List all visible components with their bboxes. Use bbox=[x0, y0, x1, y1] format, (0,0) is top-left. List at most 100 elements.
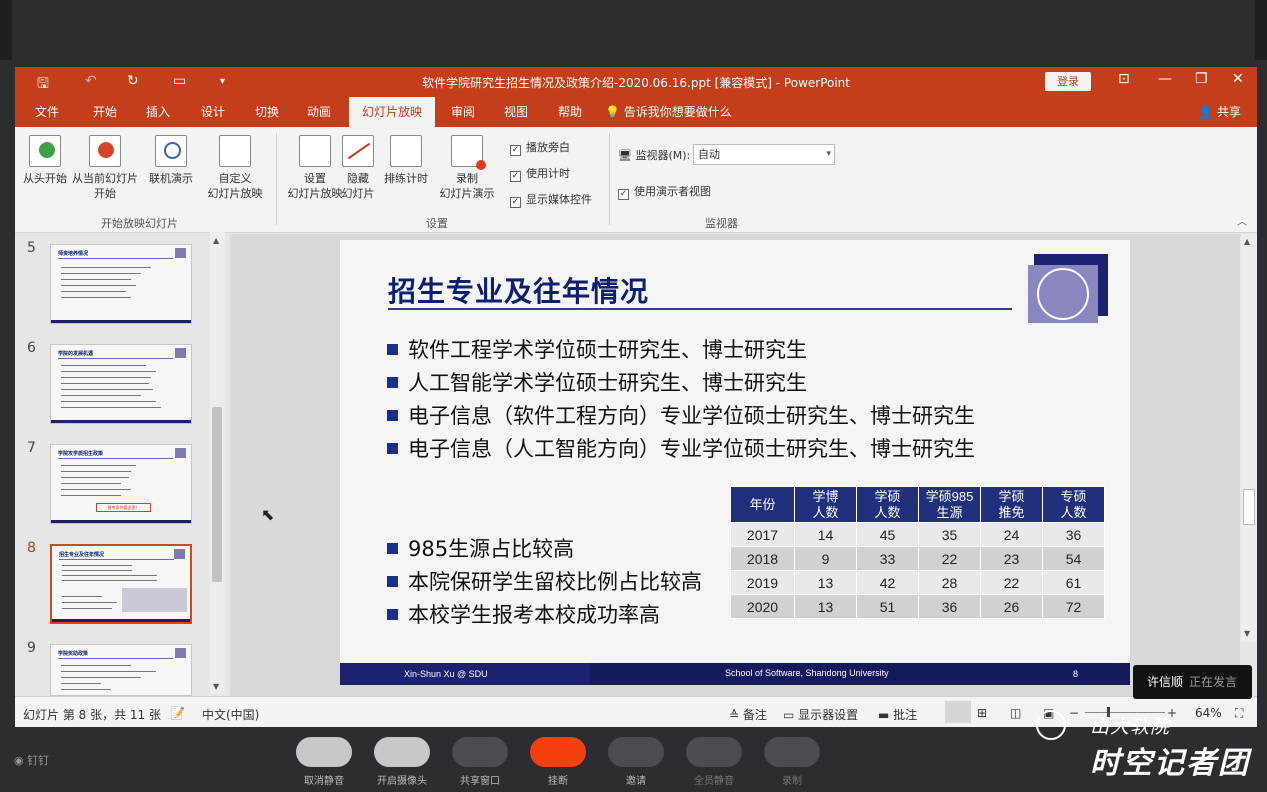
close-icon[interactable]: ✕ bbox=[1232, 71, 1244, 87]
header-text: 学硕985 bbox=[925, 488, 974, 504]
dingtalk-label: 钉钉 bbox=[27, 754, 50, 767]
custom-slideshow-icon bbox=[219, 135, 251, 167]
thumb-line bbox=[62, 602, 117, 603]
slide-thumbnail-5[interactable]: 师资培养情况 bbox=[50, 244, 192, 324]
ribbon-display-icon[interactable]: ⊡ bbox=[1118, 71, 1130, 87]
point-text: 本校学生报考本校成功率高 bbox=[408, 603, 660, 627]
spelling-icon[interactable]: 📝 bbox=[170, 706, 185, 720]
mute-all-icon bbox=[686, 737, 742, 767]
scroll-down-icon[interactable]: ▼ bbox=[1244, 629, 1250, 638]
tab-review[interactable]: 审阅 bbox=[451, 97, 475, 127]
hangup-button[interactable]: 挂断 bbox=[529, 737, 587, 787]
meeting-top-area bbox=[0, 0, 1267, 67]
mouse-cursor-icon: ⬉ bbox=[261, 505, 275, 524]
tab-design[interactable]: 设计 bbox=[201, 97, 225, 127]
checkbox-checked-icon: ✓ bbox=[510, 145, 521, 156]
from-beginning-button[interactable]: 从头开始 bbox=[19, 135, 71, 186]
tab-transitions[interactable]: 切换 bbox=[255, 97, 279, 127]
slide-counter: 幻灯片 第 8 张，共 11 张 bbox=[23, 708, 161, 722]
play-narrations-checkbox[interactable]: ✓ 播放旁白 bbox=[510, 139, 570, 156]
setup-slideshow-button[interactable]: 设置 幻灯片放映 bbox=[283, 135, 347, 201]
notes-button[interactable]: ≙ 备注 bbox=[729, 706, 767, 723]
scroll-up-icon[interactable]: ▲ bbox=[213, 236, 219, 245]
bullet-square-icon bbox=[387, 344, 398, 355]
slide-sorter-icon[interactable]: ⊞ bbox=[977, 706, 987, 720]
timer-icon bbox=[390, 135, 422, 167]
reading-view-icon[interactable]: ◫ bbox=[1010, 706, 1021, 720]
monitor-row: 🖥 监视器(M): bbox=[618, 147, 690, 163]
restore-icon[interactable]: ❐ bbox=[1195, 71, 1208, 87]
display-settings-button[interactable]: ▭ 显示器设置 bbox=[783, 706, 858, 723]
thumb-line bbox=[61, 273, 141, 274]
checkbox-checked-icon: ✓ bbox=[618, 189, 629, 200]
tab-slideshow[interactable]: 幻灯片放映 bbox=[349, 97, 436, 127]
camera-button[interactable]: 开启摄像头 bbox=[373, 737, 431, 787]
comments-button[interactable]: ▬ 批注 bbox=[878, 706, 917, 723]
tab-view[interactable]: 视图 bbox=[504, 97, 528, 127]
globe-icon bbox=[155, 135, 187, 167]
table-cell: 24 bbox=[980, 522, 1043, 547]
table-cell: 13 bbox=[794, 594, 857, 619]
thumb-line bbox=[61, 689, 111, 690]
scroll-down-icon[interactable]: ▼ bbox=[213, 682, 219, 691]
tell-me-box[interactable]: 💡 告诉我你想要做什么 bbox=[605, 97, 732, 127]
enrollment-table: 年份 学博 人数 学硕 人数 学硕985 生源 学硕 推免 专硕 人数 2017 14 45 3… bbox=[730, 486, 1105, 619]
unmute-button[interactable]: 取消静音 bbox=[295, 737, 353, 787]
slide-thumbnail-7[interactable]: 学院攻学质招生政策 报考条件看这里！ bbox=[50, 444, 192, 524]
use-timings-checkbox[interactable]: ✓ 使用计时 bbox=[510, 165, 570, 182]
tab-insert[interactable]: 插入 bbox=[146, 97, 170, 127]
thumbnails-scrollbar[interactable]: ▲ ▼ bbox=[210, 232, 225, 694]
collapse-ribbon-icon[interactable]: ︿ bbox=[1237, 213, 1247, 228]
presenter-view-checkbox[interactable]: ✓ 使用演示者视图 bbox=[618, 183, 711, 200]
point-item: 本校学生报考本校成功率高 bbox=[387, 599, 660, 629]
tab-help[interactable]: 帮助 bbox=[558, 97, 582, 127]
slide-scrollbar[interactable]: ▲ ▼ bbox=[1241, 234, 1257, 642]
share-screen-icon bbox=[452, 737, 508, 767]
table-cell: 33 bbox=[856, 546, 919, 571]
slide-thumbnail-8[interactable]: 招生专业及往年情况 bbox=[50, 544, 192, 624]
language-status[interactable]: 中文(中国) bbox=[202, 706, 259, 723]
group-divider bbox=[609, 133, 610, 225]
thumb-line bbox=[61, 677, 141, 678]
scrollbar-thumb[interactable] bbox=[212, 407, 222, 582]
table-cell: 2019 bbox=[730, 570, 795, 595]
normal-view-icon[interactable] bbox=[945, 701, 971, 723]
header-text: 人数 bbox=[874, 504, 901, 520]
show-media-controls-checkbox[interactable]: ✓ 显示媒体控件 bbox=[510, 191, 592, 208]
custom-slideshow-button[interactable]: 自定义 幻灯片放映 bbox=[200, 135, 270, 201]
thumb-line bbox=[61, 683, 101, 684]
rehearse-timings-button[interactable]: 排练计时 bbox=[380, 135, 432, 186]
scrollbar-thumb[interactable] bbox=[1243, 489, 1255, 525]
from-current-button[interactable]: 从当前幻灯片 开始 bbox=[69, 135, 141, 201]
share-button[interactable]: 👤 共享 bbox=[1198, 97, 1241, 127]
invite-button[interactable]: 邀请 bbox=[607, 737, 665, 787]
slide-thumbnail-9[interactable]: 学院奖助政策 bbox=[50, 644, 192, 696]
record-button[interactable]: 录制 bbox=[763, 737, 821, 787]
table-cell: 36 bbox=[1042, 522, 1105, 547]
major-item: 电子信息（软件工程方向）专业学位硕士研究生、博士研究生 bbox=[387, 400, 975, 430]
group-label-start: 开始放映幻灯片 bbox=[101, 217, 178, 230]
thumb-title: 师资培养情况 bbox=[58, 251, 89, 257]
mute-all-button[interactable]: 全员静音 bbox=[685, 737, 743, 787]
current-slide[interactable]: 招生专业及往年情况 软件工程学术学位硕士研究生、博士研究生 人工智能学术学位硕士… bbox=[340, 240, 1130, 685]
slide-thumbnail-6[interactable]: 学院的发展机遇 bbox=[50, 344, 192, 424]
tab-file[interactable]: 文件 bbox=[35, 97, 59, 127]
point-text: 本院保研学生留校比例占比较高 bbox=[408, 570, 702, 594]
tab-animations[interactable]: 动画 bbox=[307, 97, 331, 127]
thumb-logo bbox=[175, 248, 186, 258]
share-window-button[interactable]: 共享窗口 bbox=[451, 737, 509, 787]
minimize-icon[interactable]: — bbox=[1158, 71, 1172, 87]
header-text: 生源 bbox=[936, 504, 963, 520]
record-slideshow-button[interactable]: 录制 幻灯片演示 bbox=[430, 135, 504, 201]
login-button[interactable]: 登录 bbox=[1045, 72, 1091, 91]
from-current-label-2: 开始 bbox=[94, 187, 116, 200]
monitor-select[interactable]: 自动 bbox=[693, 144, 835, 165]
online-present-button[interactable]: 联机演示 bbox=[144, 135, 198, 186]
tab-home[interactable]: 开始 bbox=[93, 97, 117, 127]
thumb-rule bbox=[58, 658, 173, 659]
thumb-line bbox=[61, 489, 131, 490]
scroll-up-icon[interactable]: ▲ bbox=[1244, 237, 1250, 246]
footer-author: Xin-Shun Xu @ SDU bbox=[404, 669, 488, 679]
hide-slide-button[interactable]: 隐藏 幻灯片 bbox=[340, 135, 376, 201]
powerpoint-window: 🖫 ↶ ↻ ▭ ▾ 软件学院研究生招生情况及政策介绍-2020.06.16.pp… bbox=[15, 67, 1257, 727]
